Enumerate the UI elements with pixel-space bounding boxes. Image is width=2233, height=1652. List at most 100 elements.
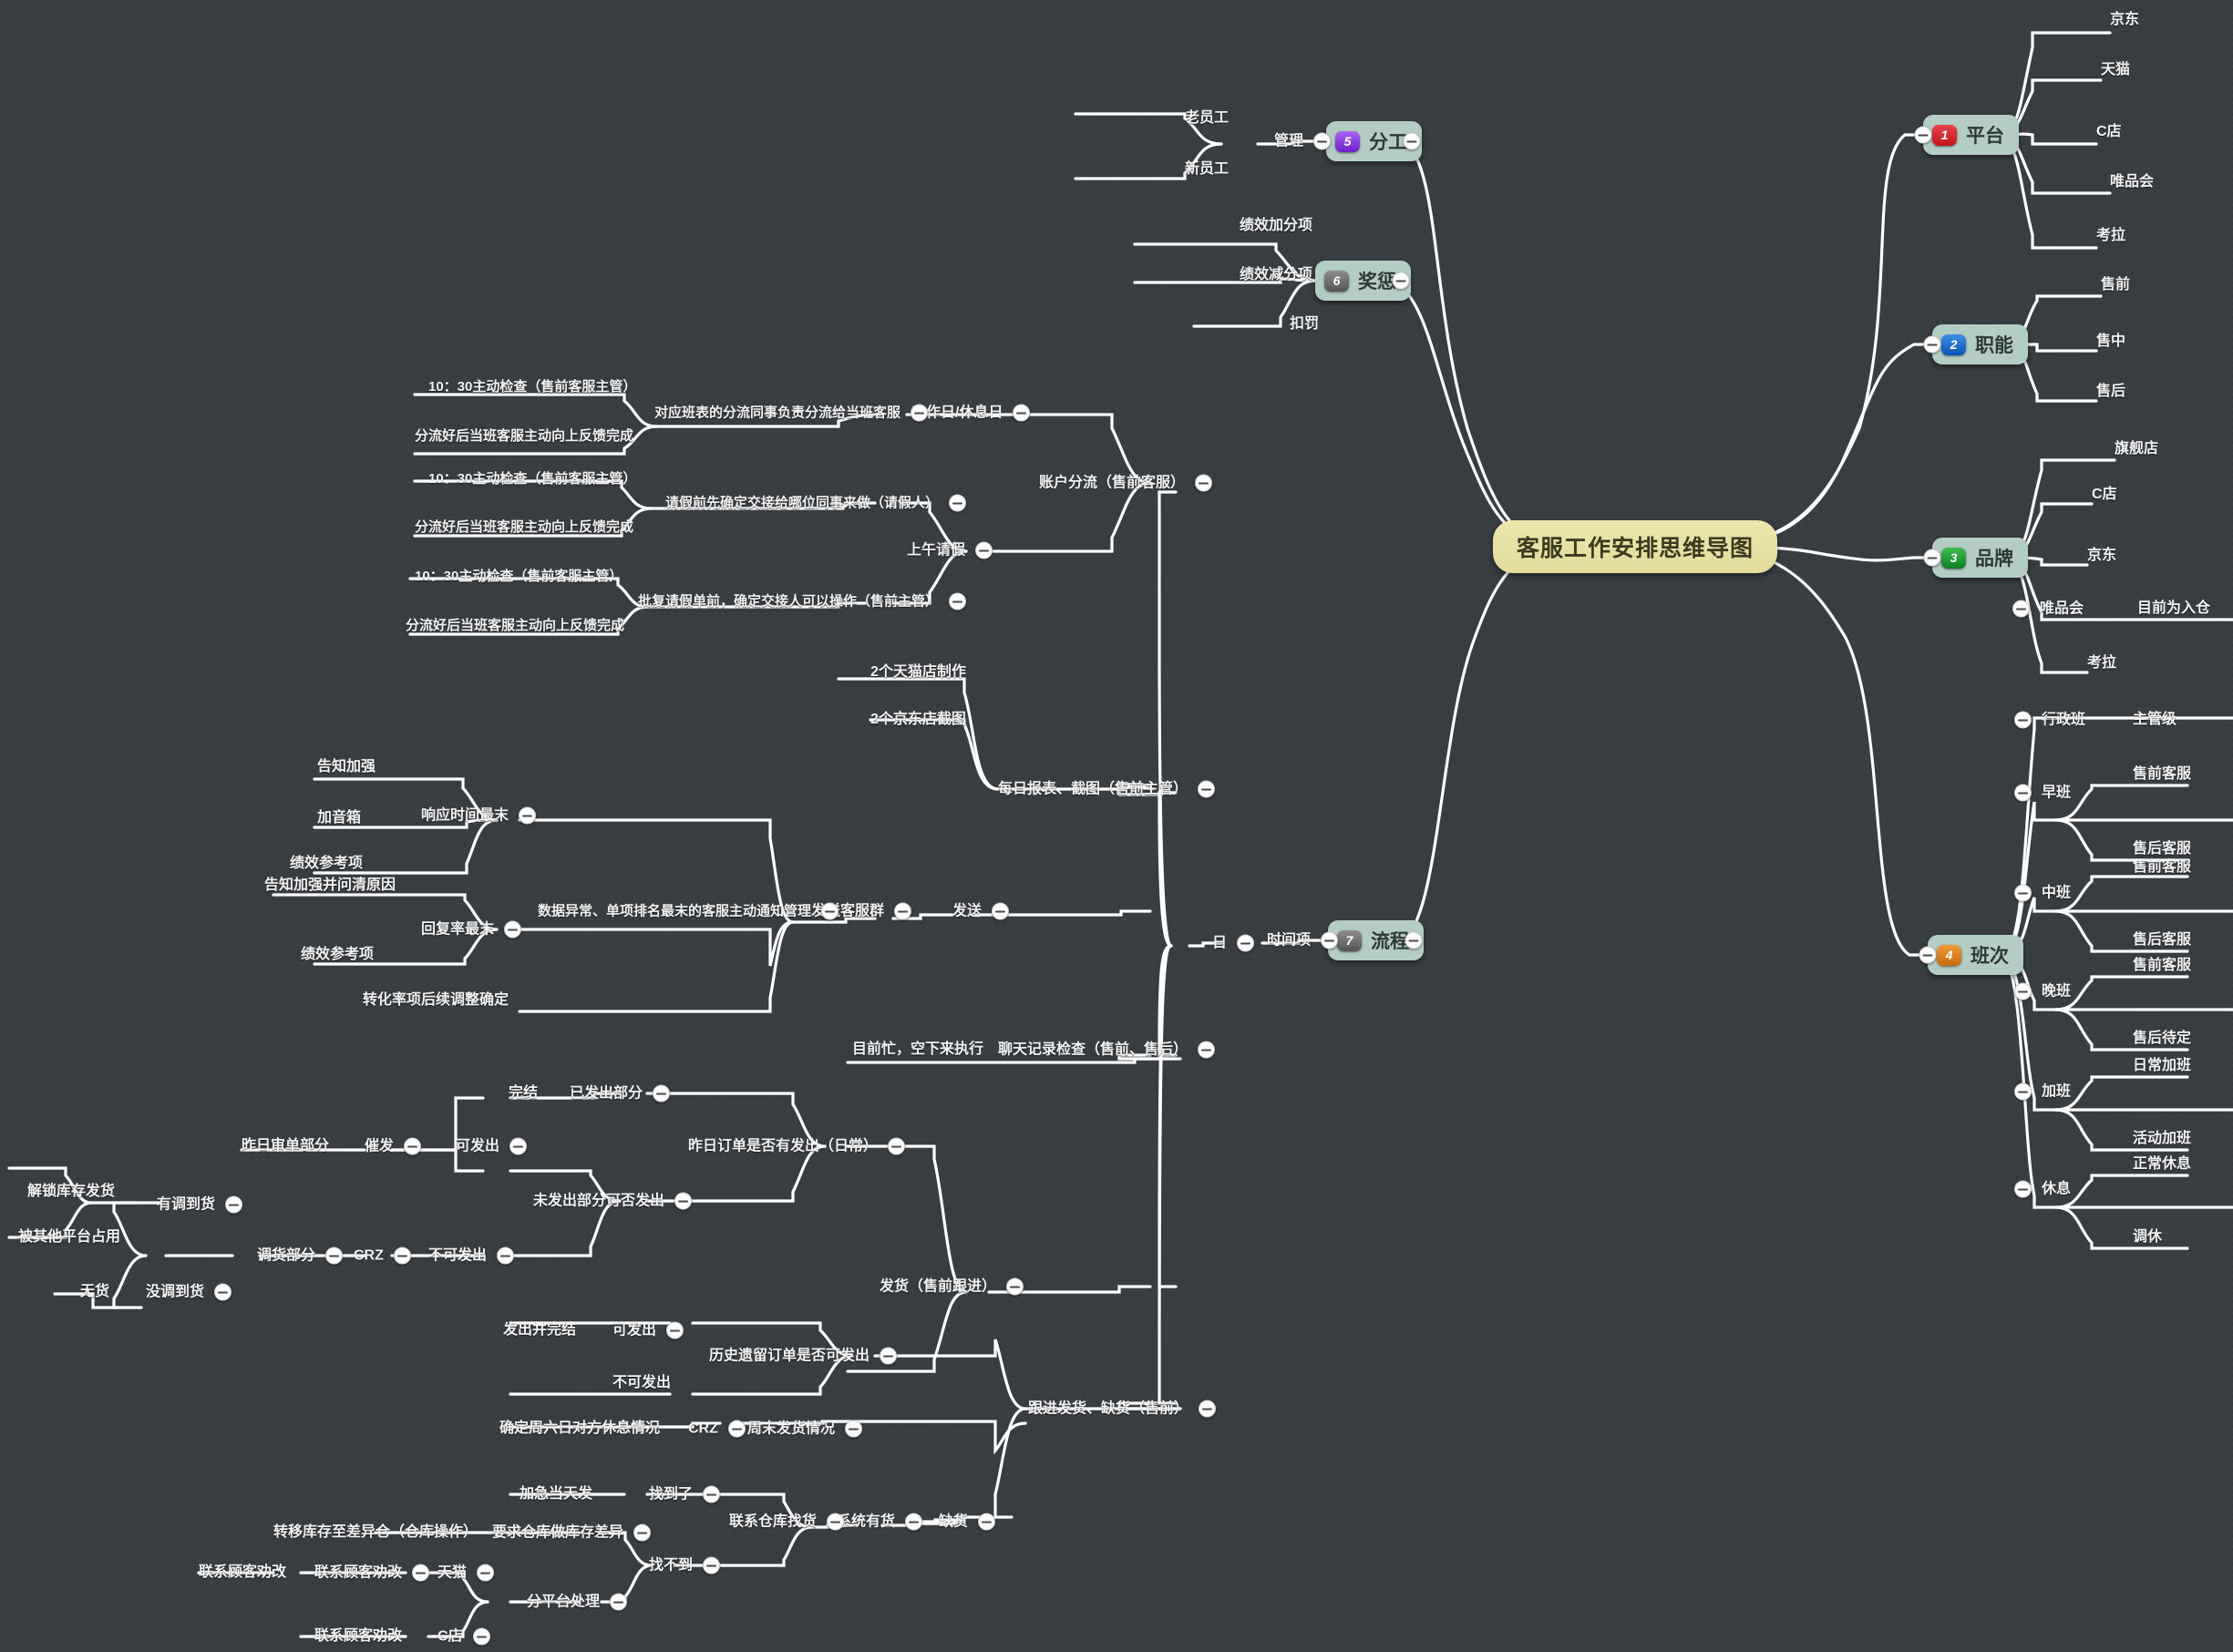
- branch-reward[interactable]: 6 奖惩: [1315, 261, 1411, 301]
- collapse-handle[interactable]: [1321, 931, 1339, 949]
- node-follow-shipping[interactable]: 跟进发货、缺货（售前）: [1028, 1400, 1217, 1418]
- collapse-handle[interactable]: [2014, 711, 2032, 729]
- collapse-handle[interactable]: [497, 1247, 515, 1265]
- collapse-handle[interactable]: [1313, 132, 1332, 150]
- collapse-handle[interactable]: [703, 1485, 721, 1503]
- node-chat-check-note[interactable]: 目前忙，空下来执行: [852, 1041, 983, 1057]
- collapse-handle[interactable]: [821, 902, 839, 920]
- branch-process[interactable]: 7 流程: [1328, 920, 1424, 960]
- node-daily-report[interactable]: 每日报表、截图（售前主管）: [998, 780, 1216, 798]
- node-system-has-stock[interactable]: 系统有货: [837, 1513, 923, 1531]
- collapse-handle[interactable]: [1199, 1400, 1217, 1418]
- node-platform-handle[interactable]: 分平台处理: [527, 1593, 628, 1611]
- node-brand-vip-note[interactable]: 目前为入仓: [2137, 600, 2210, 616]
- branch-platform[interactable]: 1 平台: [1914, 115, 2019, 155]
- node-short-cshop[interactable]: C店: [437, 1627, 490, 1646]
- node-shipping[interactable]: 发货（售前跟进）: [880, 1277, 1024, 1296]
- collapse-handle[interactable]: [703, 1556, 721, 1575]
- collapse-handle[interactable]: [1198, 1041, 1216, 1059]
- node-hist-order[interactable]: 历史遗留订单是否可发出: [709, 1347, 898, 1365]
- node-division-new[interactable]: 新员工: [1185, 161, 1229, 177]
- node-unlock-stock[interactable]: 解锁库存发货: [27, 1184, 115, 1199]
- node-shift-late-pre[interactable]: 售前客服: [2133, 958, 2191, 973]
- collapse-handle[interactable]: [992, 902, 1010, 920]
- node-platform-occupied[interactable]: 被其他平台占用: [18, 1229, 120, 1245]
- node-sent-part[interactable]: 已发出部分: [570, 1084, 671, 1103]
- collapse-handle[interactable]: [477, 1564, 495, 1582]
- collapse-handle[interactable]: [727, 1420, 746, 1438]
- node-shift-early[interactable]: 早班: [2014, 784, 2071, 802]
- node-brand-vip[interactable]: 唯品会: [2012, 600, 2084, 618]
- collapse-handle[interactable]: [519, 806, 537, 825]
- node-leave-a-step1[interactable]: 10：30主动检查（售前客服主管）: [428, 471, 636, 486]
- collapse-handle[interactable]: [978, 1513, 996, 1531]
- node-shift-admin[interactable]: 行政班: [2014, 711, 2085, 729]
- node-stock-arrived[interactable]: 有调到货: [157, 1195, 243, 1214]
- collapse-handle[interactable]: [975, 541, 993, 559]
- node-shift-early-pre[interactable]: 售前客服: [2133, 766, 2191, 782]
- node-reward-fine[interactable]: 扣罚: [1290, 316, 1319, 332]
- node-workday-main[interactable]: 对应班表的分流同事负责分流给当班客服: [654, 404, 929, 422]
- collapse-handle[interactable]: [2014, 1180, 2032, 1198]
- node-shift-mid-pre[interactable]: 售前客服: [2133, 859, 2191, 875]
- collapse-handle[interactable]: [1013, 404, 1031, 422]
- node-shift-ot-event[interactable]: 活动加班: [2133, 1131, 2191, 1146]
- node-platform-vip[interactable]: 唯品会: [2110, 174, 2154, 190]
- collapse-handle[interactable]: [1198, 780, 1216, 798]
- collapse-handle[interactable]: [1392, 272, 1410, 290]
- node-brand-kaola[interactable]: 考拉: [2087, 655, 2116, 671]
- node-leave-handover[interactable]: 请假前先确定交接给哪位同事来做（请假人）: [665, 494, 967, 512]
- node-platform-cshop[interactable]: C店: [2096, 124, 2122, 139]
- node-shift-ot[interactable]: 加班: [2014, 1083, 2071, 1101]
- node-reward-plus[interactable]: 绩效加分项: [1240, 218, 1312, 233]
- node-leave-approve[interactable]: 批复请假单前，确定交接人可以操作（售前主管）: [638, 592, 967, 611]
- node-crz-2[interactable]: CRZ: [688, 1420, 746, 1438]
- collapse-handle[interactable]: [1919, 946, 1937, 964]
- node-reward-minus[interactable]: 绩效减分项: [1240, 267, 1312, 282]
- collapse-handle[interactable]: [949, 592, 967, 611]
- node-stock-diff-note[interactable]: 转移库存至差异仓（仓库操作）: [273, 1524, 478, 1540]
- node-shift-early-post[interactable]: 售后客服: [2133, 841, 2191, 857]
- collapse-handle[interactable]: [1923, 335, 1941, 354]
- node-contact-warehouse[interactable]: 联系仓库找货: [729, 1513, 845, 1531]
- node-resp-notify[interactable]: 告知加强: [317, 759, 376, 775]
- collapse-handle[interactable]: [674, 1192, 693, 1210]
- node-platform-jd[interactable]: 京东: [2110, 12, 2139, 27]
- collapse-handle[interactable]: [1195, 474, 1213, 492]
- node-yesterday-order[interactable]: 昨日订单是否有发出（日常）: [688, 1137, 906, 1155]
- node-workday-restday[interactable]: 工作日/休息日: [911, 404, 1031, 422]
- collapse-handle[interactable]: [404, 1137, 422, 1155]
- node-can-ship[interactable]: 可发出: [456, 1137, 528, 1155]
- collapse-handle[interactable]: [894, 902, 912, 920]
- node-workday-step2[interactable]: 分流好后当班客服主动向上反馈完成: [415, 428, 633, 443]
- node-leave-a-step2[interactable]: 分流好后当班客服主动向上反馈完成: [415, 519, 633, 534]
- collapse-handle[interactable]: [2014, 784, 2032, 802]
- node-brand-flagship[interactable]: 旗舰店: [2115, 441, 2158, 457]
- branch-brand[interactable]: 3 品牌: [1923, 538, 2028, 578]
- node-hist-can[interactable]: 可发出: [612, 1321, 684, 1339]
- node-report-tmall[interactable]: 2个天猫店制作: [870, 664, 966, 680]
- node-workday-step1[interactable]: 10：30主动检查（售前客服主管）: [428, 379, 636, 394]
- collapse-handle[interactable]: [1405, 931, 1423, 949]
- collapse-handle[interactable]: [1237, 934, 1255, 952]
- collapse-handle[interactable]: [472, 1627, 490, 1646]
- collapse-handle[interactable]: [880, 1347, 898, 1365]
- node-conversion-rate[interactable]: 转化率项后续调整确定: [363, 992, 509, 1008]
- collapse-handle[interactable]: [1923, 549, 1941, 567]
- collapse-handle[interactable]: [888, 1137, 906, 1155]
- node-send[interactable]: 发送: [952, 902, 1010, 920]
- node-short-tmall-note[interactable]: 联系顾客劝改: [314, 1564, 430, 1582]
- node-reply-kpi[interactable]: 绩效参考项: [301, 947, 374, 962]
- node-division-old[interactable]: 老员工: [1185, 110, 1229, 126]
- node-shift-mid[interactable]: 中班: [2014, 884, 2071, 902]
- node-stock-diff[interactable]: 要求仓库做库存差异: [492, 1524, 652, 1542]
- node-hist-cannot[interactable]: 不可发出: [612, 1375, 671, 1390]
- node-leave-b-step1[interactable]: 10：30主动检查（售前客服主管）: [415, 569, 623, 583]
- node-account-split[interactable]: 账户分流（售前客服）: [1039, 474, 1213, 492]
- node-shift-admin-sub[interactable]: 主管级: [2133, 712, 2176, 727]
- node-short-tmall[interactable]: 天猫: [437, 1564, 495, 1582]
- node-shift-rest-normal[interactable]: 正常休息: [2133, 1156, 2191, 1172]
- collapse-handle[interactable]: [610, 1593, 628, 1611]
- collapse-handle[interactable]: [1006, 1277, 1024, 1296]
- collapse-handle[interactable]: [393, 1247, 411, 1265]
